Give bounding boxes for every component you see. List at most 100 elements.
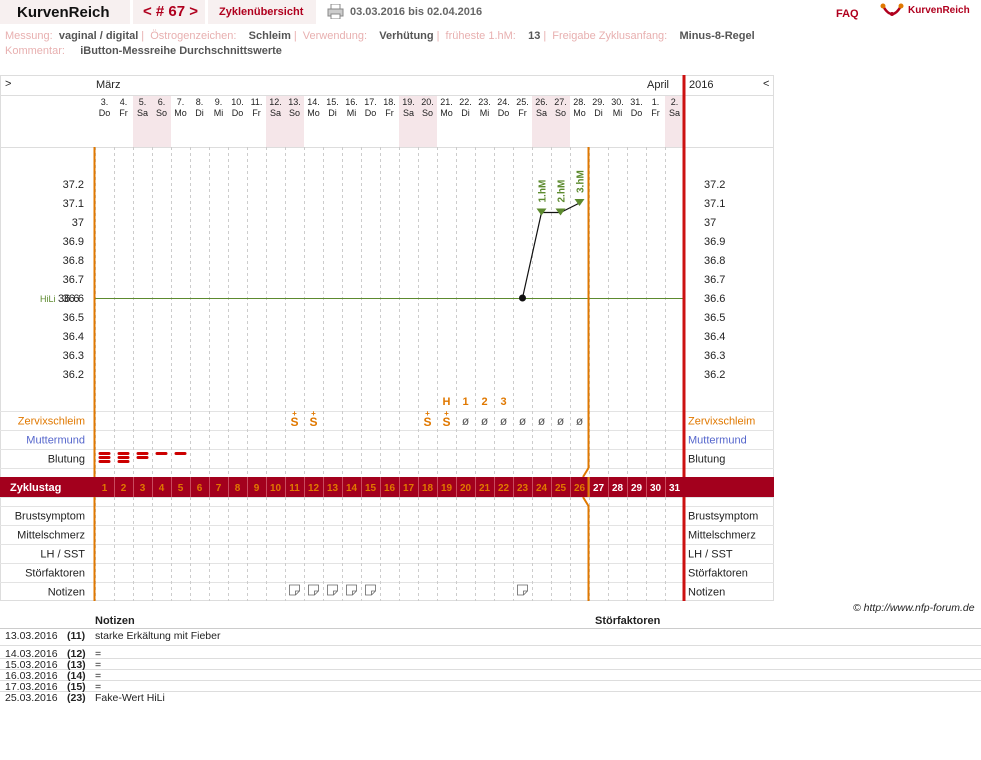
note-icon xyxy=(327,584,338,596)
notes-divider xyxy=(0,628,981,629)
top-bar: KurvenReich < # 67 > Zyklenübersicht 03.… xyxy=(0,0,981,26)
weekday: Do xyxy=(99,108,111,118)
cycle-day-number: 20 xyxy=(460,483,472,494)
y-tick-right: 36.9 xyxy=(704,236,725,248)
cycle-day-number: 27 xyxy=(593,483,605,494)
cycle-day-number: 17 xyxy=(403,483,415,494)
weekday: Di xyxy=(461,108,470,118)
day-number: 22. xyxy=(459,97,472,107)
row-label-left: Muttermund xyxy=(26,435,85,447)
row-label-right: Zervixschleim xyxy=(688,416,755,428)
bleeding-bar xyxy=(117,456,130,459)
logo-icon xyxy=(880,3,904,16)
notes-header: Notizen xyxy=(95,615,135,627)
day-number: 21. xyxy=(440,97,453,107)
weekday: Mo xyxy=(440,108,453,118)
print-icon[interactable] xyxy=(327,4,344,19)
cycle-chart: > März April 2016 <3.Do4.Fr5.Sa6.So7.Mo8.Di9… xyxy=(0,75,774,601)
y-tick-right: 36.3 xyxy=(704,350,725,362)
note-text: Fake-Wert HiLi xyxy=(95,692,165,704)
row-label-right: Blutung xyxy=(688,454,725,466)
day-number: 25. xyxy=(516,97,529,107)
cycle-day-number: 14 xyxy=(346,483,358,494)
weekday: Do xyxy=(631,108,643,118)
nav-prev: > xyxy=(5,78,11,90)
brand-title[interactable]: KurvenReich xyxy=(0,0,130,24)
weekday: Mo xyxy=(573,108,586,118)
meta-sep: | xyxy=(293,30,297,42)
peak-counter: H xyxy=(443,396,451,408)
note-icon xyxy=(289,584,300,596)
faq-link[interactable]: FAQ xyxy=(836,8,859,20)
logo[interactable]: KurvenReich xyxy=(880,2,980,24)
meta-value: Minus-8-Regel xyxy=(679,30,755,42)
y-tick-right: 36.5 xyxy=(704,312,725,324)
meta-value: vaginal / digital xyxy=(58,30,139,42)
day-number: 6. xyxy=(158,97,166,107)
y-tick-right: 36.7 xyxy=(704,274,725,286)
note-row: 16.03.2016 (14) = xyxy=(0,670,981,682)
row-label-right: Brustsymptom xyxy=(688,511,758,523)
note-row: 14.03.2016 (12) = xyxy=(0,648,981,660)
temperature-point xyxy=(519,294,526,302)
day-number: 15. xyxy=(326,97,339,107)
cycle-day-number: 26 xyxy=(574,483,586,494)
weekday: Do xyxy=(365,108,377,118)
cycle-navigator[interactable]: < # 67 > xyxy=(133,0,205,24)
cycle-day-number: 7 xyxy=(216,483,222,494)
cycle-day-number: 25 xyxy=(555,483,567,494)
cycle-day-number: 5 xyxy=(178,483,184,494)
faults-header: Störfaktoren xyxy=(595,615,661,627)
y-tick-right: 37.2 xyxy=(704,179,725,191)
y-tick-right: 36.6 xyxy=(704,293,725,305)
note-icon xyxy=(517,584,528,596)
bleeding-bar xyxy=(136,456,149,459)
cycle-day-number: 13 xyxy=(327,483,339,494)
cycle-day-number: 8 xyxy=(235,483,241,494)
evaluation-line xyxy=(582,496,590,601)
day-number: 10. xyxy=(231,97,244,107)
weekday: Fr xyxy=(651,108,660,118)
mucus-symbol: ø xyxy=(462,414,470,428)
meta-key: Messung: xyxy=(5,30,53,42)
meta-key: Freigabe Zyklusanfang: xyxy=(552,30,668,42)
y-tick-left: 37 xyxy=(72,217,84,229)
meta-value: iButton-Messreihe Durchschnittswerte xyxy=(80,45,282,57)
weekday: Mi xyxy=(347,108,357,118)
weekday: Do xyxy=(232,108,244,118)
mucus-symbol: ø xyxy=(481,414,489,428)
day-number: 13. xyxy=(288,97,301,107)
row-label-left: LH / SST xyxy=(40,549,85,561)
cycle-overview-link[interactable]: Zyklenübersicht xyxy=(208,0,316,24)
cycle-day-number: 6 xyxy=(197,483,203,494)
day-number: 16. xyxy=(345,97,358,107)
day-number: 20. xyxy=(421,97,434,107)
meta-key: Verwendung: xyxy=(302,30,367,42)
year-label: 2016 xyxy=(689,79,713,91)
day-number: 23. xyxy=(478,97,491,107)
cycle-day-number: 9 xyxy=(254,483,260,494)
bleeding-bar xyxy=(117,460,130,463)
cycle-day-number: 22 xyxy=(498,483,510,494)
y-tick-right: 37 xyxy=(704,217,716,229)
cycle-day-number: 28 xyxy=(612,483,624,494)
weekday: Fr xyxy=(252,108,261,118)
day-number: 1. xyxy=(652,97,660,107)
mucus-symbol: ø xyxy=(500,414,508,428)
bleeding-bar xyxy=(98,452,111,455)
weekday: Do xyxy=(498,108,510,118)
cycle-day-number: 15 xyxy=(365,483,377,494)
note-row: 15.03.2016 (13) = xyxy=(0,659,981,671)
note-day: (11) xyxy=(67,630,86,642)
bleeding-bar xyxy=(98,460,111,463)
mucus-symbol: S xyxy=(290,415,298,429)
weekday: Di xyxy=(594,108,603,118)
hm-label: 1.hM xyxy=(538,180,549,203)
weekday: So xyxy=(156,108,167,118)
peak-counter: 1 xyxy=(462,396,468,408)
y-tick-left: 36.9 xyxy=(63,236,84,248)
weekday: Mo xyxy=(174,108,187,118)
chart-frame xyxy=(0,75,774,601)
cycle-day-number: 29 xyxy=(631,483,643,494)
day-number: 11. xyxy=(251,97,263,107)
